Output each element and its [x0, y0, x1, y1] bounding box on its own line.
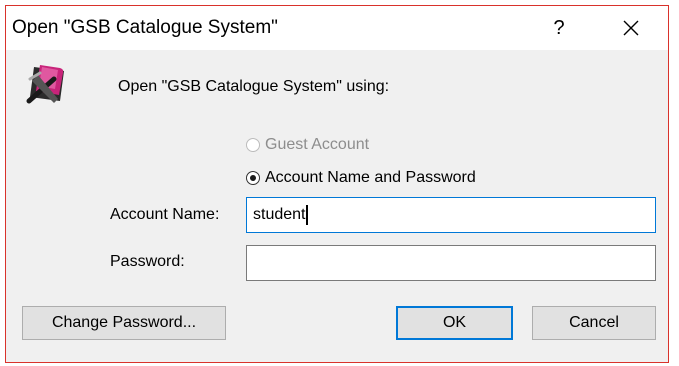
open-file-dialog: Open "GSB Catalogue System" ? Open "GSB … [5, 5, 669, 363]
password-input[interactable] [246, 245, 656, 281]
close-icon [623, 20, 639, 36]
account-password-label[interactable]: Account Name and Password [265, 169, 476, 187]
ok-button[interactable]: OK [396, 306, 513, 340]
guest-account-option: Guest Account [246, 134, 369, 156]
title-bar: Open "GSB Catalogue System" ? [6, 6, 668, 50]
filemaker-app-icon [24, 61, 72, 109]
help-button[interactable]: ? [536, 6, 582, 50]
text-caret [306, 204, 309, 225]
change-password-button[interactable]: Change Password... [22, 306, 226, 340]
window-title: Open "GSB Catalogue System" [12, 17, 278, 38]
password-label: Password: [110, 253, 185, 270]
close-button[interactable] [606, 6, 656, 50]
account-password-radio[interactable] [246, 171, 260, 185]
guest-account-label: Guest Account [265, 136, 370, 153]
account-name-value: student [253, 206, 306, 223]
account-name-label: Account Name: [110, 206, 220, 223]
cancel-button[interactable]: Cancel [532, 306, 656, 340]
prompt-text: Open "GSB Catalogue System" using: [118, 78, 390, 95]
account-name-input[interactable]: student [246, 197, 656, 233]
account-password-option[interactable]: Account Name and Password [246, 167, 476, 189]
guest-account-radio [246, 138, 260, 152]
